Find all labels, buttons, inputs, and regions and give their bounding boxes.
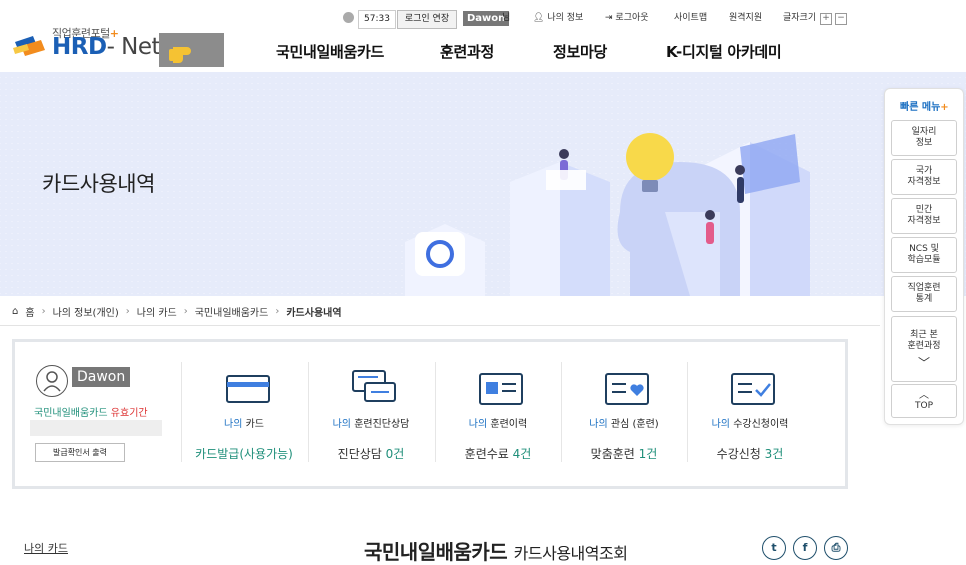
enrollment-label[interactable]: 나의 수강신청이력 [687, 415, 813, 430]
logout-link[interactable]: ⇥ 로그아웃 [605, 11, 649, 26]
mascot-image [159, 33, 224, 67]
logo-wordmark[interactable]: HRD- Net [52, 34, 161, 60]
home-icon[interactable]: ⌂ [12, 306, 18, 317]
my-card-label[interactable]: 나의 카드 [181, 415, 307, 430]
remote-support-link[interactable]: 원격지원 [729, 11, 762, 26]
clock-icon [343, 12, 354, 23]
history-value[interactable]: 훈련수료 4건 [435, 445, 561, 462]
chevron-down-icon[interactable]: ﹀ [918, 357, 930, 369]
enrollment-value[interactable]: 수강신청 3건 [687, 445, 813, 462]
card-validity: 국민내일배움카드 유효기간 [34, 408, 148, 419]
facebook-icon[interactable]: f [793, 536, 817, 560]
breadcrumb-item[interactable]: 나의 카드 [137, 304, 177, 319]
nav-card[interactable]: 국민내일배움카드 [276, 41, 384, 62]
page-title: 카드사용내역 [42, 172, 155, 196]
breadcrumb: ⌂ 홈 › 나의 정보(개인) › 나의 카드 › 국민내일배움카드 › 카드사… [12, 304, 342, 319]
sitemap-link[interactable]: 사이트맵 [674, 11, 707, 26]
quick-recent-courses[interactable]: 최근 본 훈련과정 ﹀ [891, 316, 957, 382]
logo-icon[interactable] [11, 32, 49, 58]
quick-ncs[interactable]: NCS 및 학습모듈 [891, 237, 957, 273]
quick-national-cert[interactable]: 국가 자격정보 [891, 159, 957, 195]
chevron-right-icon: › [183, 306, 188, 317]
chevron-up-icon: ︿ [919, 390, 929, 401]
breadcrumb-home[interactable]: 홈 [25, 304, 34, 319]
honorific: 님 [502, 13, 511, 23]
chevron-right-icon: › [275, 306, 280, 317]
divider [0, 325, 880, 326]
validity-redacted [30, 420, 162, 436]
interest-value[interactable]: 맞춤훈련 1건 [561, 445, 687, 462]
nav-training[interactable]: 훈련과정 [440, 41, 494, 62]
breadcrumb-item[interactable]: 국민내일배움카드 [195, 304, 269, 319]
history-label[interactable]: 나의 훈련이력 [435, 415, 561, 430]
scroll-top-button[interactable]: ︿ TOP [891, 384, 957, 418]
avatar-icon [36, 365, 68, 397]
quick-recent-label: 최근 본 훈련과정 [907, 329, 941, 351]
logout-icon: ⇥ [605, 13, 613, 23]
interest-label[interactable]: 나의 관심 (훈련) [561, 415, 687, 430]
quick-jobs[interactable]: 일자리 정보 [891, 120, 957, 156]
font-decrease-button[interactable]: − [835, 13, 847, 25]
chat-icon[interactable] [351, 368, 397, 408]
session-timer: 57:33 [358, 10, 396, 29]
checklist-icon[interactable] [730, 368, 776, 408]
font-size-label: 글자크기 [783, 13, 817, 23]
nav-kdigital[interactable]: K-디지털 아카데미 [666, 41, 782, 62]
top-label: TOP [914, 401, 933, 411]
history-icon[interactable] [478, 368, 524, 408]
nav-info[interactable]: 정보마당 [553, 41, 607, 62]
quick-menu-title: 빠른 메뉴+ [900, 102, 949, 113]
chevron-right-icon: › [41, 306, 46, 317]
my-card-value[interactable]: 카드발급(사용가능) [181, 445, 307, 462]
breadcrumb-item[interactable]: 나의 정보(개인) [53, 304, 119, 319]
profile-name: Dawon [72, 367, 131, 387]
extend-login-button[interactable]: 로그인 연장 [397, 10, 457, 29]
print-certificate-button[interactable]: 발급확인서 출력 [35, 443, 125, 462]
print-icon[interactable]: ⎙ [824, 536, 848, 560]
side-nav-my-card[interactable]: 나의 카드 [24, 540, 68, 556]
diagnosis-value[interactable]: 진단상담 0건 [308, 445, 434, 462]
my-info-link[interactable]: 👤︎ 나의 정보 [533, 11, 583, 26]
breadcrumb-current: 카드사용내역 [286, 308, 342, 319]
diagnosis-label[interactable]: 나의 훈련진단상담 [308, 415, 434, 430]
quick-statistics[interactable]: 직업훈련 통계 [891, 276, 957, 312]
quick-private-cert[interactable]: 민간 자격정보 [891, 198, 957, 234]
person-icon: 👤︎ [533, 13, 545, 23]
font-increase-button[interactable]: + [820, 13, 832, 25]
twitter-icon[interactable]: t [762, 536, 786, 560]
chevron-right-icon: › [125, 306, 130, 317]
section-title: 국민내일배움카드 카드사용내역조회 [364, 540, 628, 564]
heart-folder-icon[interactable] [604, 368, 650, 408]
card-icon[interactable] [225, 368, 271, 408]
